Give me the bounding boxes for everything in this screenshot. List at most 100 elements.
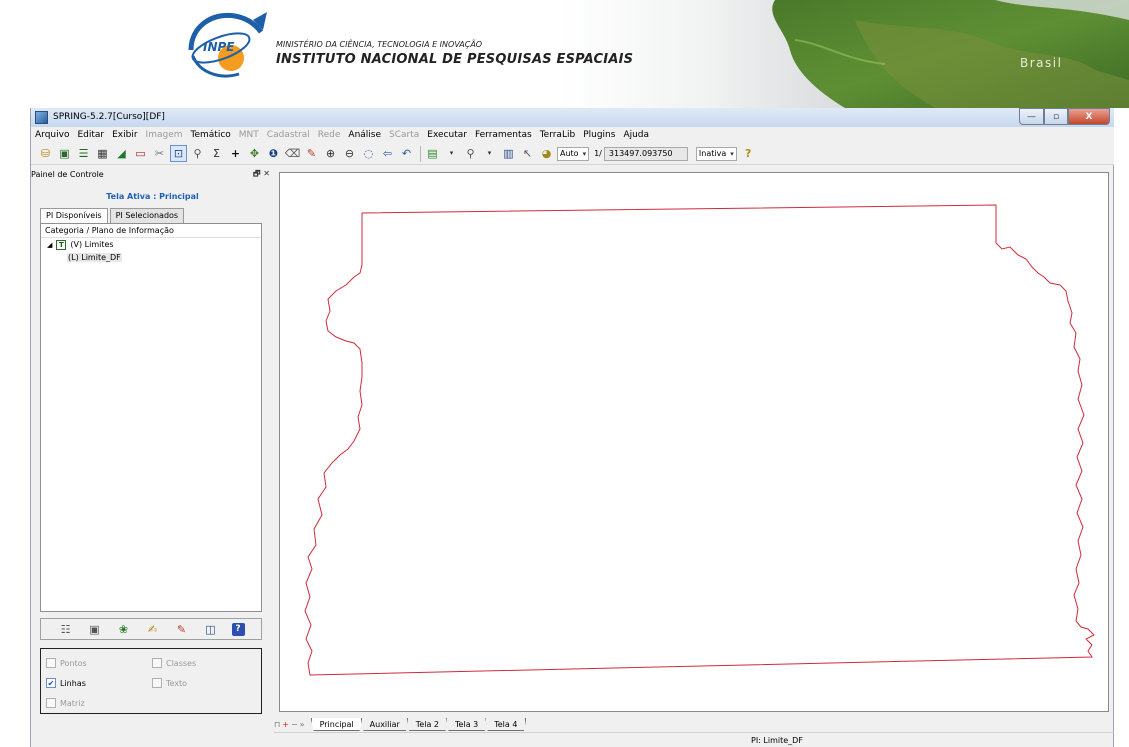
map-canvas[interactable] bbox=[279, 172, 1109, 712]
pencil-icon[interactable]: ✎ bbox=[303, 145, 320, 162]
menu-mnt[interactable]: MNT bbox=[239, 130, 259, 140]
tab-tela-3[interactable]: Tela 3 bbox=[446, 718, 488, 731]
checkbox-classes[interactable]: Classes bbox=[152, 658, 196, 668]
menu-rede[interactable]: Rede bbox=[318, 130, 341, 140]
chevron-down-icon: ▾ bbox=[582, 149, 587, 158]
state-value: Inativa bbox=[698, 149, 727, 158]
window-icon[interactable]: ▭ bbox=[132, 145, 149, 162]
add-tab-icon[interactable]: + bbox=[282, 720, 291, 729]
first-tab-icon[interactable]: ⊓ bbox=[274, 720, 282, 729]
menu-scarta[interactable]: SCarta bbox=[389, 130, 419, 140]
select-tool-icon[interactable]: ⊡ bbox=[170, 145, 187, 162]
project-icon[interactable]: ▣ bbox=[56, 145, 73, 162]
menu-editar[interactable]: Editar bbox=[77, 130, 104, 140]
tab-menu-icon[interactable]: » bbox=[300, 720, 307, 729]
table-icon[interactable]: ▥ bbox=[500, 145, 517, 162]
close-button[interactable]: X bbox=[1068, 108, 1110, 125]
title-bar[interactable]: SPRING-5.2.7[Curso][DF] — ▫ X bbox=[31, 108, 1114, 127]
scale-prefix: 1/ bbox=[594, 149, 602, 158]
checkbox-pontos[interactable]: Pontos bbox=[46, 658, 87, 668]
menu-ajuda[interactable]: Ajuda bbox=[623, 130, 649, 140]
tab-tela-4[interactable]: Tela 4 bbox=[485, 718, 527, 731]
control-panel: Painel de Controle 🗗 ✕ Tela Ativa : Prin… bbox=[31, 166, 274, 747]
checkmark-icon[interactable]: ✔ bbox=[46, 678, 56, 688]
back-arrow-icon[interactable]: ⇦ bbox=[379, 145, 396, 162]
checkbox-box[interactable] bbox=[46, 698, 56, 708]
menu-exibir[interactable]: Exibir bbox=[112, 130, 137, 140]
visual-icon[interactable]: ❀ bbox=[116, 621, 132, 637]
map-drawing bbox=[304, 204, 1095, 676]
zoom-out-icon[interactable]: ⊖ bbox=[341, 145, 358, 162]
minimize-button[interactable]: — bbox=[1019, 108, 1044, 125]
cut-icon[interactable]: ✂ bbox=[151, 145, 168, 162]
help-icon[interactable]: ? bbox=[231, 622, 245, 636]
zoom-icon[interactable]: ⚲ bbox=[189, 145, 206, 162]
state-select[interactable]: Inativa ▾ bbox=[695, 146, 737, 161]
zoom-menu-icon[interactable]: ⚲ bbox=[462, 145, 479, 162]
help-icon[interactable]: ? bbox=[740, 145, 757, 162]
expand-arrow-icon[interactable]: ◢ bbox=[47, 241, 52, 249]
dropdown-arrow-icon[interactable]: ▾ bbox=[443, 145, 460, 162]
brazil-label: Brasil bbox=[1020, 56, 1063, 70]
database-icon[interactable]: ⛁ bbox=[37, 145, 54, 162]
draw-polygon-icon[interactable]: ◢ bbox=[113, 145, 130, 162]
toolbar-separator bbox=[420, 145, 421, 162]
tab-principal[interactable]: Principal bbox=[310, 718, 363, 731]
information-plan-tree: Categoria / Plano de Informação ◢ T (V) … bbox=[40, 223, 262, 612]
remove-tab-icon[interactable]: − bbox=[291, 720, 300, 729]
category-label: (V) Limites bbox=[70, 240, 114, 249]
dropdown-arrow-icon[interactable]: ▾ bbox=[481, 145, 498, 162]
pan-icon[interactable]: ✥ bbox=[246, 145, 263, 162]
menu-plugins[interactable]: Plugins bbox=[583, 130, 615, 140]
df-boundary-polygon[interactable] bbox=[304, 204, 1095, 676]
menu-tematico[interactable]: Temático bbox=[191, 130, 231, 140]
menu-executar[interactable]: Executar bbox=[427, 130, 467, 140]
checkbox-matriz[interactable]: Matriz bbox=[46, 698, 85, 708]
raster-icon[interactable]: ▤ bbox=[424, 145, 441, 162]
list-icon[interactable]: ☷ bbox=[58, 621, 74, 637]
zoom-in-icon[interactable]: ⊕ bbox=[322, 145, 339, 162]
menu-terralib[interactable]: TerraLib bbox=[540, 130, 576, 140]
checkbox-texto[interactable]: Texto bbox=[152, 678, 187, 688]
checkbox-linhas[interactable]: ✔ Linhas bbox=[46, 678, 86, 688]
undo-icon[interactable]: ↶ bbox=[398, 145, 415, 162]
zoom-mode-select[interactable]: Auto ▾ bbox=[557, 146, 590, 161]
tree-plan-row[interactable]: (L) Limite_DF bbox=[41, 251, 261, 264]
menu-cadastral[interactable]: Cadastral bbox=[267, 130, 310, 140]
plus-icon[interactable]: + bbox=[227, 145, 244, 162]
checkbox-box[interactable] bbox=[152, 658, 162, 668]
panel-dock-controls[interactable]: 🗗 ✕ bbox=[253, 168, 270, 182]
checkbox-box[interactable] bbox=[152, 678, 162, 688]
tab-pi-disponiveis[interactable]: PI Disponíveis bbox=[40, 208, 108, 223]
pencil-icon[interactable]: ✎ bbox=[174, 621, 190, 637]
view-icon[interactable]: ▣ bbox=[87, 621, 103, 637]
eraser-icon[interactable]: ⌫ bbox=[284, 145, 301, 162]
maximize-button[interactable]: ▫ bbox=[1044, 108, 1068, 125]
checkbox-box[interactable] bbox=[46, 658, 56, 668]
panel-title: Painel de Controle bbox=[31, 170, 104, 179]
checkbox-label: Classes bbox=[166, 658, 197, 668]
scale-input[interactable]: 313497.093750 bbox=[603, 146, 688, 161]
tab-pi-selecionados[interactable]: PI Selecionados bbox=[109, 208, 185, 223]
spring-app-icon[interactable] bbox=[35, 111, 48, 124]
layers-icon[interactable]: ☰ bbox=[75, 145, 92, 162]
columns-icon[interactable]: ◫ bbox=[203, 621, 219, 637]
cursor-plus-icon[interactable]: ↖ bbox=[519, 145, 536, 162]
menu-arquivo[interactable]: Arquivo bbox=[35, 130, 69, 140]
tree-category-row[interactable]: ◢ T (V) Limites bbox=[41, 238, 261, 251]
sigma-icon[interactable]: Σ bbox=[208, 145, 225, 162]
menu-imagem[interactable]: Imagem bbox=[146, 130, 183, 140]
palette-icon[interactable]: ◕ bbox=[538, 145, 555, 162]
menu-analise[interactable]: Análise bbox=[348, 130, 381, 140]
info-icon[interactable]: ❶ bbox=[265, 145, 282, 162]
active-screen-label: Tela Ativa : Principal bbox=[106, 192, 199, 201]
tab-navigation[interactable]: ⊓ + − » bbox=[274, 717, 307, 731]
lasso-icon[interactable]: ◌ bbox=[360, 145, 377, 162]
tab-tela-2[interactable]: Tela 2 bbox=[406, 718, 449, 731]
toolbar: ⛁ ▣ ☰ ▦ ◢ ▭ ✂ ⊡ ⚲ Σ + ✥ ❶ ⌫ ✎ ⊕ ⊖ ◌ ⇦ ↶ … bbox=[31, 143, 1114, 165]
tab-auxiliar[interactable]: Auxiliar bbox=[360, 718, 409, 731]
institution-banner: INPE MINISTÉRIO DA CIÊNCIA, TECNOLOGIA E… bbox=[0, 0, 1129, 108]
edit-table-icon[interactable]: ✍ bbox=[145, 621, 161, 637]
menu-ferramentas[interactable]: Ferramentas bbox=[475, 130, 532, 140]
grid-icon[interactable]: ▦ bbox=[94, 145, 111, 162]
